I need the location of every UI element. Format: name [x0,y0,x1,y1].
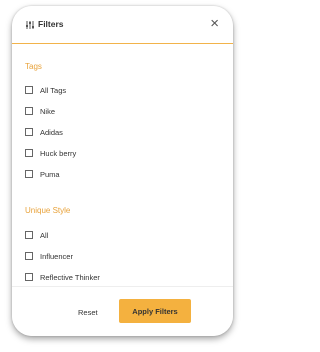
option-label: Nike [40,106,56,116]
checkbox[interactable] [25,231,33,239]
checkbox[interactable] [25,149,33,157]
option-label: Puma [40,169,60,179]
checkbox-option-influencer[interactable]: Influencer [25,250,73,262]
option-label: Adidas [40,127,63,137]
option-label: All Tags [40,85,67,95]
checkbox[interactable] [25,86,33,94]
checkbox[interactable] [25,273,33,281]
panel-header: Filters × [12,6,233,44]
close-icon[interactable]: × [210,16,219,31]
checkbox-option-huck-berry[interactable]: Huck berry [25,147,76,159]
apply-filters-button[interactable]: Apply Filters [119,299,191,323]
option-label: Influencer [40,251,73,261]
option-label: All [40,230,49,240]
filter-sliders-icon [26,21,34,29]
option-label: Huck berry [40,148,77,158]
checkbox-option-nike[interactable]: Nike [25,105,55,117]
checkbox[interactable] [25,170,33,178]
checkbox[interactable] [25,128,33,136]
panel-title: Filters [38,19,64,29]
reset-button[interactable]: Reset [78,308,98,317]
checkbox-option-all[interactable]: All [25,229,48,241]
panel-footer: Reset Apply Filters [12,286,233,336]
filters-panel: Filters × Tags All Tags Nike Adidas Huck… [12,6,233,336]
option-label: Reflective Thinker [40,272,100,282]
checkbox-option-reflective-thinker[interactable]: Reflective Thinker [25,271,100,283]
checkbox-option-all-tags[interactable]: All Tags [25,84,66,96]
section-title-tags: Tags [25,62,42,71]
checkbox-option-adidas[interactable]: Adidas [25,126,63,138]
checkbox-option-puma[interactable]: Puma [25,168,60,180]
checkbox[interactable] [25,107,33,115]
section-title-unique-style: Unique Style [25,206,71,215]
checkbox[interactable] [25,252,33,260]
